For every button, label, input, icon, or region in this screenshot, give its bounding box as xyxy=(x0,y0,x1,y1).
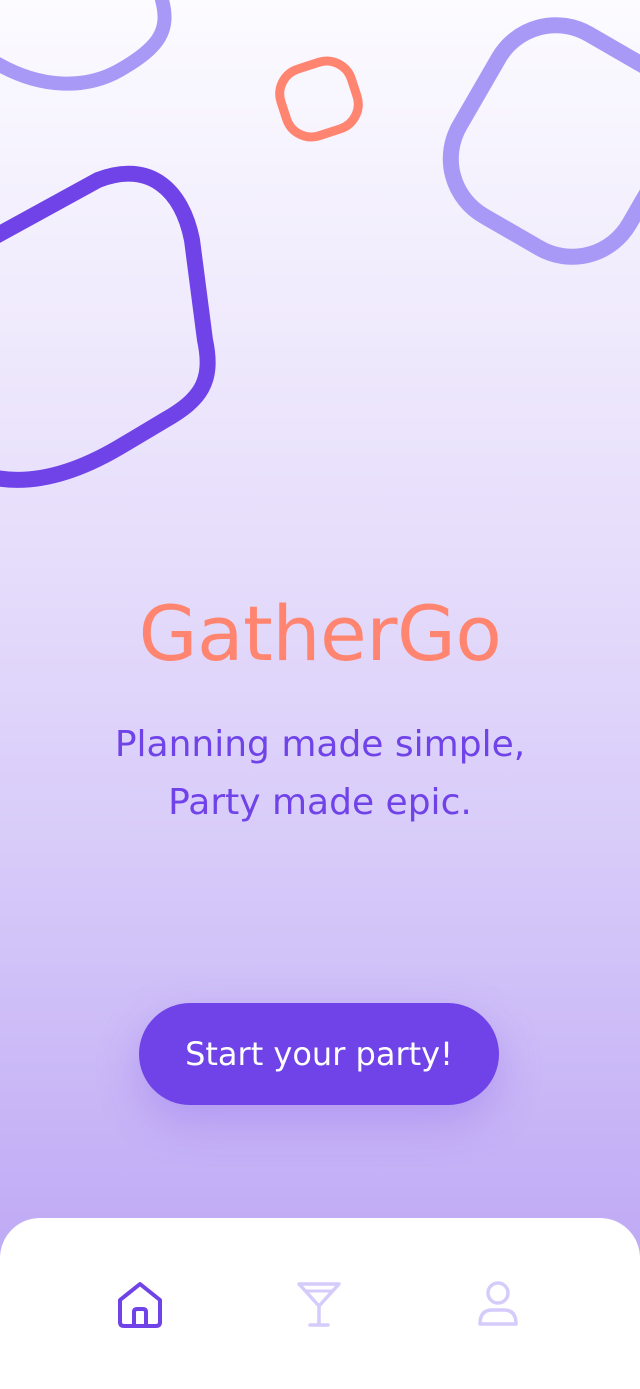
start-party-button[interactable]: Start your party! xyxy=(139,1003,499,1105)
decorative-shapes xyxy=(0,0,640,488)
tagline-line-1: Planning made simple, xyxy=(114,724,526,765)
nav-item-profile[interactable] xyxy=(470,1276,526,1332)
purple-blob-left xyxy=(0,165,216,488)
cocktail-icon xyxy=(297,1282,341,1327)
profile-icon xyxy=(478,1281,518,1326)
lavender-blob-top-left xyxy=(0,0,172,91)
bottom-nav xyxy=(0,1218,640,1389)
nav-item-party[interactable] xyxy=(291,1276,347,1332)
welcome-screen: GatherGo Planning made simple, Party mad… xyxy=(0,0,640,1389)
coral-blob-small xyxy=(275,56,363,142)
lavender-blob-right xyxy=(442,17,640,265)
home-icon xyxy=(118,1282,162,1328)
tagline-line-2: Party made epic. xyxy=(168,782,472,823)
tagline: Planning made simple, Party made epic. xyxy=(40,716,600,832)
nav-item-home[interactable] xyxy=(112,1276,168,1332)
app-title: GatherGo xyxy=(138,589,502,678)
